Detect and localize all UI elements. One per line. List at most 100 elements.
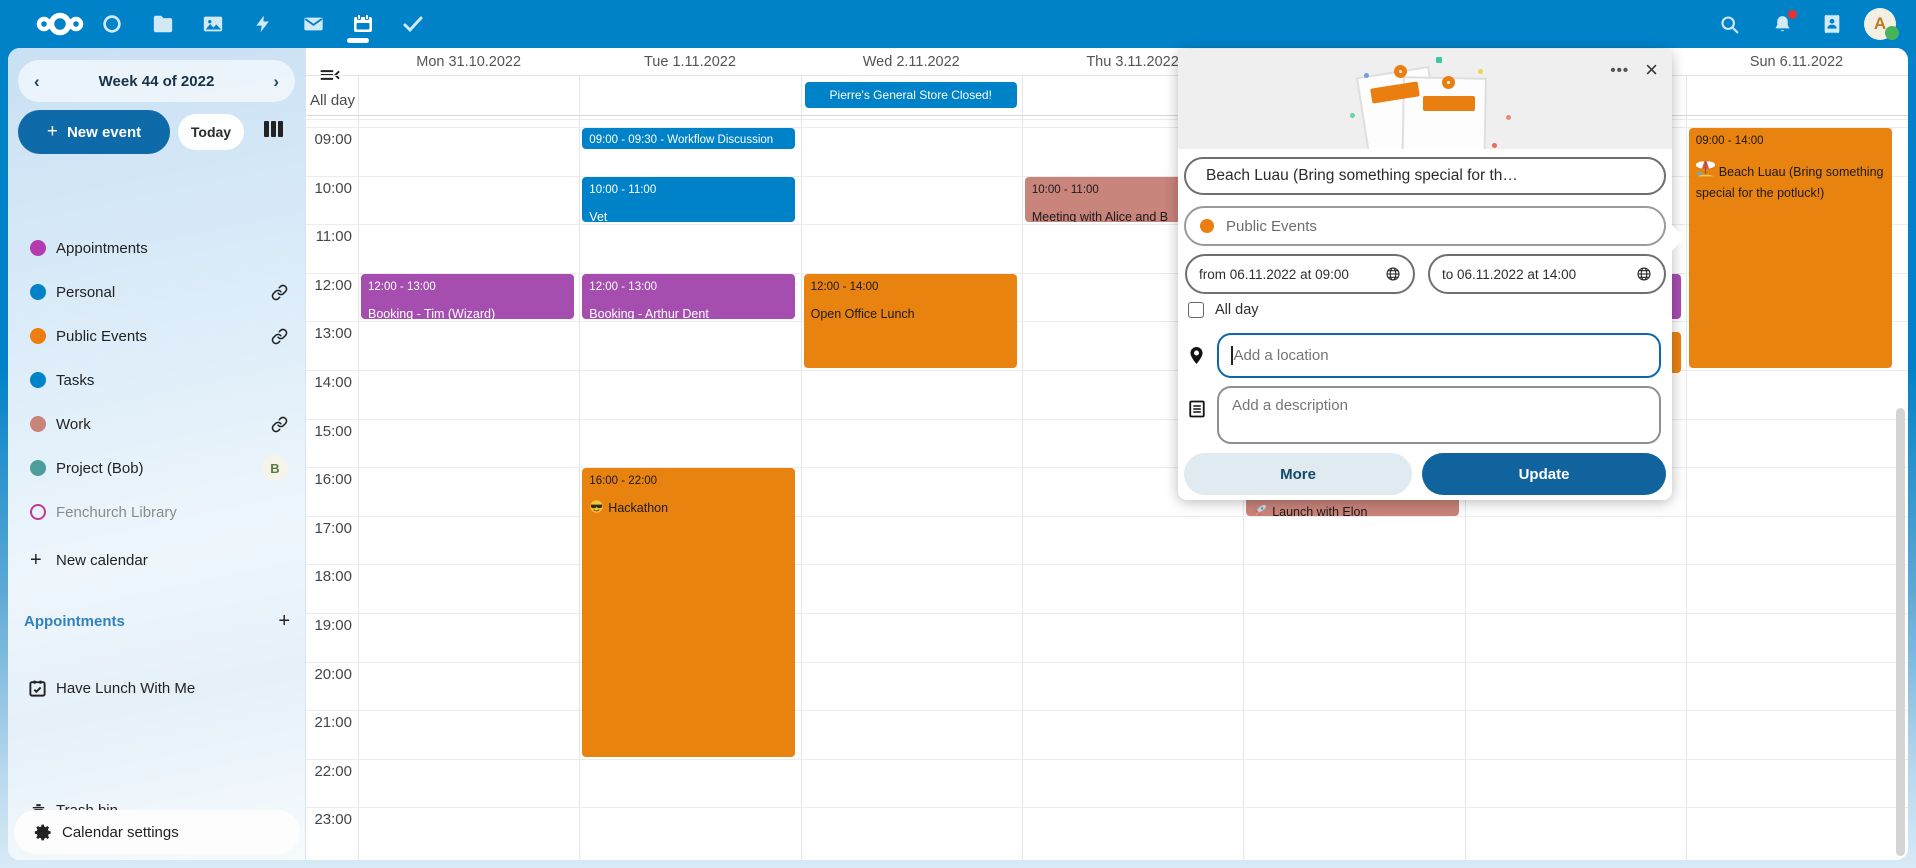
timezone-globe-icon[interactable] — [1636, 266, 1652, 282]
search-icon[interactable] — [1709, 4, 1749, 44]
calendar-color-dot[interactable] — [30, 328, 46, 344]
hour-label: 16:00 — [306, 471, 352, 488]
sidebar: ‹ Week 44 of 2022 › + New event Today Ap… — [8, 48, 306, 860]
start-datetime-input[interactable]: from 06.11.2022 at 09:00 — [1185, 254, 1415, 294]
collapse-allday-icon[interactable] — [320, 68, 340, 87]
plus-icon: + — [47, 121, 58, 143]
allday-event-banner[interactable]: Pierre's General Store Closed! — [805, 82, 1017, 108]
day-header-6: Sun 6.11.2022 — [1686, 54, 1907, 74]
shared-by-avatar: B — [262, 455, 288, 481]
nextcloud-logo[interactable] — [34, 6, 86, 47]
calendar-label: Personal — [56, 284, 115, 301]
event-title: Booking - Tim (Wizard) — [368, 305, 567, 319]
activity-app-icon[interactable] — [243, 4, 283, 44]
mail-app-icon[interactable] — [293, 4, 333, 44]
contacts-app-icon[interactable] — [1812, 4, 1852, 44]
location-pin-icon — [1188, 345, 1205, 371]
appointment-item-have-lunch[interactable]: Have Lunch With Me — [8, 666, 306, 710]
calendar-label: Fenchurch Library — [56, 504, 177, 521]
event-title: Vet — [589, 208, 788, 222]
appointments-section-header: Appointments + — [24, 610, 290, 633]
more-button[interactable]: More — [1184, 453, 1412, 495]
event-workflow-discussion[interactable]: 09:00 - 09:30 - Workflow Discussion — [582, 128, 795, 149]
hour-label: 17:00 — [306, 520, 352, 537]
event-time: 12:00 - 14:00 — [811, 279, 1010, 296]
location-placeholder: Add a location — [1234, 347, 1329, 364]
calendar-outline-dot[interactable] — [30, 504, 46, 520]
calendar-select[interactable]: Public Events — [1184, 206, 1666, 246]
end-datetime-input[interactable]: to 06.11.2022 at 14:00 — [1428, 254, 1666, 294]
event-booking-tim[interactable]: 12:00 - 13:00Booking - Tim (Wizard) — [361, 274, 574, 320]
calendar-color-dot[interactable] — [30, 240, 46, 256]
share-link-icon[interactable] — [271, 284, 288, 301]
sidebar-calendar-tasks[interactable]: Tasks — [8, 358, 306, 402]
hour-label: 22:00 — [306, 763, 352, 780]
share-link-icon[interactable] — [271, 416, 288, 433]
plus-icon: + — [30, 549, 42, 572]
calendar-color-dot[interactable] — [30, 372, 46, 388]
top-bar: A — [0, 0, 1916, 48]
update-button[interactable]: Update — [1422, 453, 1666, 495]
sidebar-calendar-fenchurch-library[interactable]: Fenchurch Library — [8, 490, 306, 534]
sidebar-calendar-public-events[interactable]: Public Events — [8, 314, 306, 358]
sidebar-calendar-work[interactable]: Work — [8, 402, 306, 446]
description-icon — [1188, 399, 1206, 424]
all-day-row-label: All day — [310, 92, 355, 109]
dashboard-app-icon[interactable] — [92, 4, 132, 44]
event-title-input[interactable]: Beach Luau (Bring something special for … — [1184, 157, 1666, 195]
all-day-checkbox[interactable]: All day — [1188, 302, 1259, 318]
event-title: Hackathon — [589, 499, 788, 520]
calendar-color-dot — [1200, 219, 1214, 233]
previous-week-button[interactable]: ‹ — [34, 73, 40, 90]
next-week-button[interactable]: › — [273, 73, 279, 90]
location-input[interactable]: Add a location — [1217, 333, 1661, 378]
calendar-check-icon — [28, 679, 47, 698]
share-link-icon[interactable] — [271, 328, 288, 345]
add-appointment-button[interactable]: + — [278, 610, 290, 633]
popover-more-actions-icon[interactable]: ••• — [1610, 62, 1629, 79]
week-navigation: ‹ Week 44 of 2022 › — [18, 60, 295, 102]
end-datetime-value: to 06.11.2022 at 14:00 — [1442, 267, 1576, 282]
event-hackathon[interactable]: 16:00 - 22:00Hackathon — [582, 468, 795, 757]
timezone-globe-icon[interactable] — [1385, 266, 1401, 282]
event-title: Launch with Elon — [1253, 503, 1452, 516]
sidebar-calendar-personal[interactable]: Personal — [8, 270, 306, 314]
close-icon[interactable]: × — [1645, 59, 1658, 81]
notification-badge-dot — [1788, 10, 1797, 19]
calendar-label: Tasks — [56, 372, 94, 389]
gear-icon — [34, 823, 53, 842]
new-calendar-label: New calendar — [56, 552, 148, 569]
sidebar-calendar-appointments[interactable]: Appointments — [8, 226, 306, 270]
photos-app-icon[interactable] — [193, 4, 233, 44]
calendar-color-dot[interactable] — [30, 416, 46, 432]
today-button[interactable]: Today — [178, 114, 244, 150]
hour-gridline — [306, 807, 1908, 808]
appointment-item-label: Have Lunch With Me — [56, 680, 195, 697]
cool-emoji-icon — [589, 499, 604, 520]
vertical-scrollbar[interactable] — [1896, 408, 1905, 856]
files-app-icon[interactable] — [143, 4, 183, 44]
tasks-app-icon[interactable] — [393, 4, 433, 44]
calendar-settings-label: Calendar settings — [62, 824, 179, 841]
event-open-office-lunch[interactable]: 12:00 - 14:00Open Office Lunch — [804, 274, 1017, 368]
day-header-0: Mon 31.10.2022 — [358, 54, 579, 74]
calendar-settings-button[interactable]: Calendar settings — [14, 810, 300, 854]
new-calendar-button[interactable]: + New calendar — [8, 538, 306, 582]
sidebar-calendar-project-bob-[interactable]: Project (Bob)B — [8, 446, 306, 490]
calendar-label: Appointments — [56, 240, 148, 257]
hour-label: 23:00 — [306, 811, 352, 828]
event-vet[interactable]: 10:00 - 11:00Vet — [582, 177, 795, 223]
rocket-emoji-icon — [1253, 503, 1268, 516]
event-beach-luau[interactable]: 09:00 - 14:00Beach Luau (Bring something… — [1689, 128, 1892, 368]
new-event-button[interactable]: + New event — [18, 110, 170, 154]
event-booking-arthur[interactable]: 12:00 - 13:00Booking - Arthur Dent — [582, 274, 795, 320]
notifications-bell-icon[interactable] — [1762, 4, 1802, 44]
hour-gridline — [306, 613, 1908, 614]
week-view-columns-icon[interactable] — [264, 121, 288, 138]
calendar-color-dot[interactable] — [30, 460, 46, 476]
calendar-select-value: Public Events — [1226, 218, 1317, 235]
description-input[interactable]: Add a description — [1217, 386, 1661, 444]
checkbox-unchecked[interactable] — [1188, 302, 1204, 318]
start-datetime-value: from 06.11.2022 at 09:00 — [1199, 267, 1349, 282]
calendar-color-dot[interactable] — [30, 284, 46, 300]
